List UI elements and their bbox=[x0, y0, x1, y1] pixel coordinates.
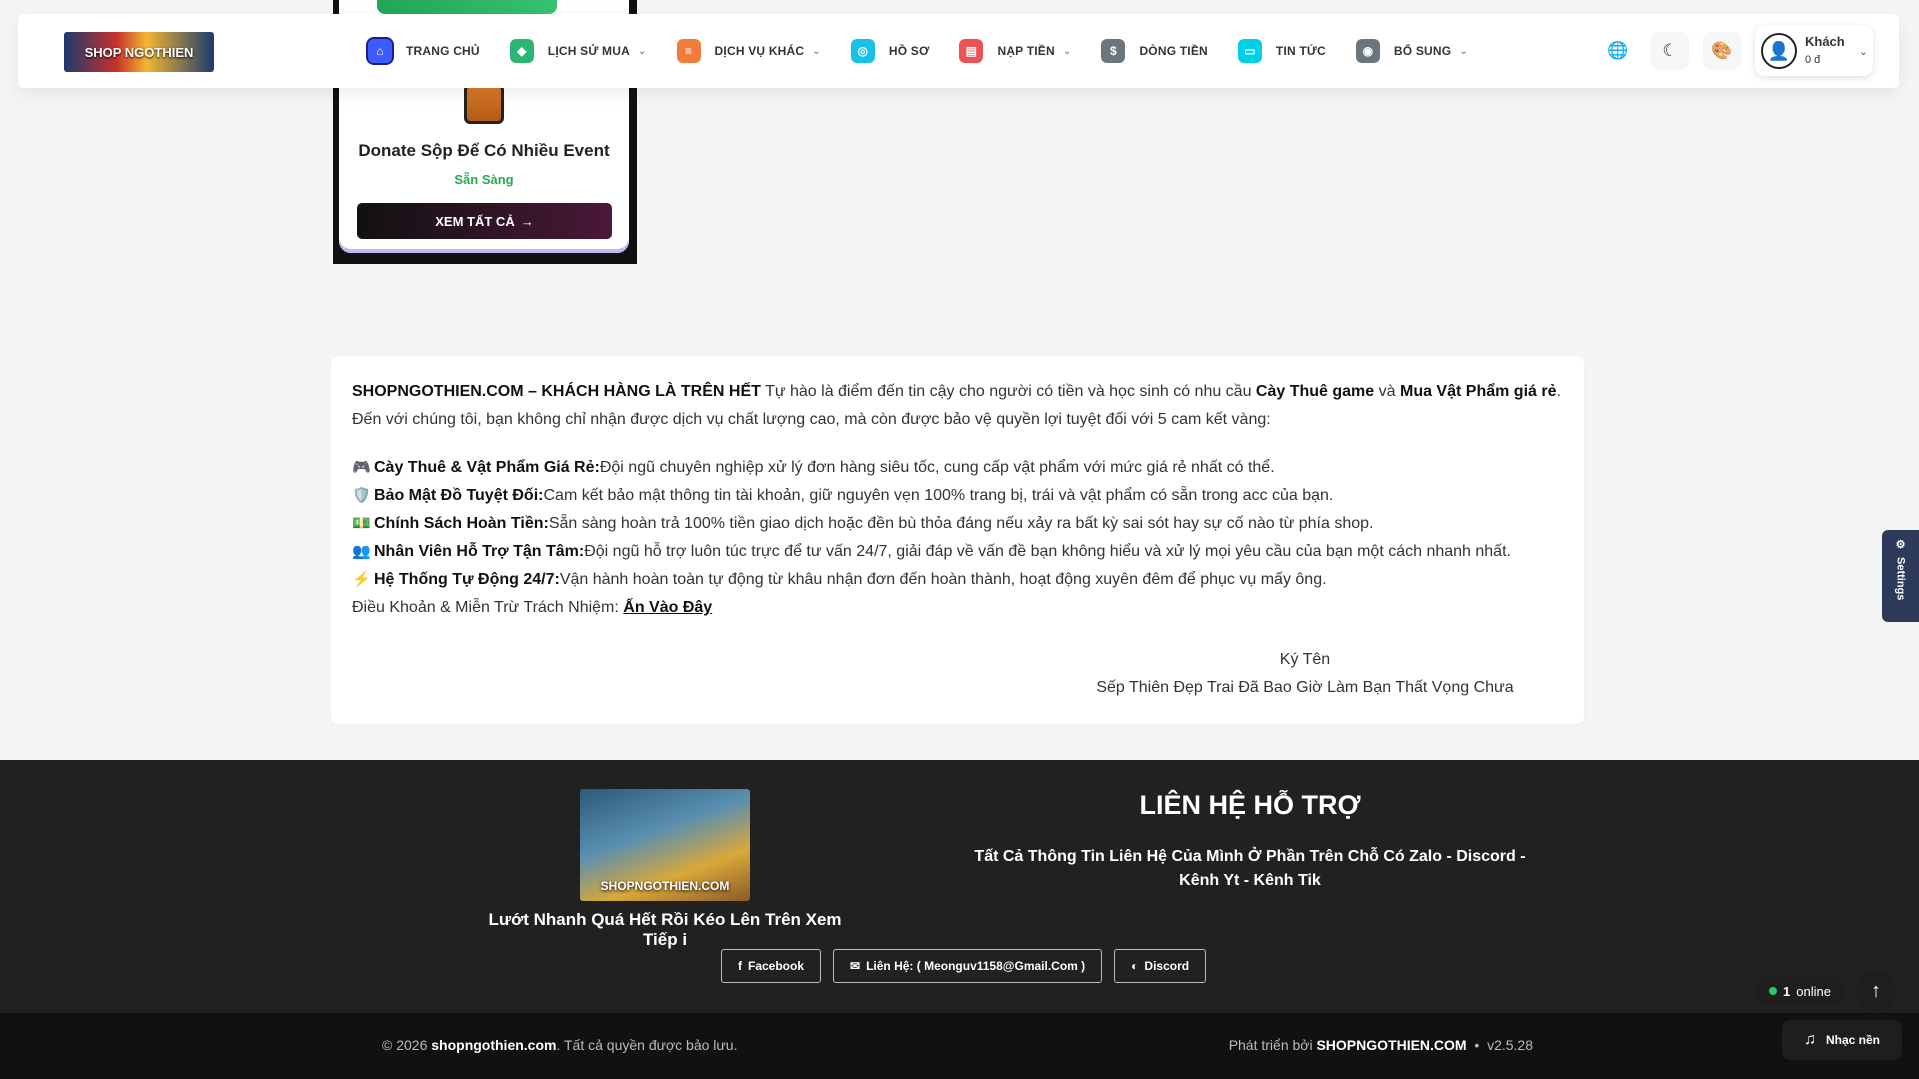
theme-palette-icon[interactable]: 🎨 bbox=[1703, 32, 1741, 70]
site-logo[interactable]: SHOP NGOTHIEN bbox=[64, 32, 214, 72]
card-thumbnail bbox=[377, 0, 557, 14]
view-all-button[interactable]: XEM TẤT CẢ → bbox=[357, 203, 612, 239]
lightning-icon: ⚡ bbox=[352, 571, 371, 588]
shield-icon: 🛡️ bbox=[352, 487, 371, 504]
footer-links: f Facebook ✉ Liên Hệ: ( Meonguv1158@Gmail.… bbox=[721, 949, 1207, 983]
online-counter: 1 online bbox=[1755, 976, 1845, 1006]
facebook-icon: f bbox=[738, 959, 742, 973]
commitment-item: 👥 Nhân Viên Hỗ Trợ Tận Tâm: Đội ngũ hỗ tr… bbox=[352, 538, 1563, 566]
gamepad-icon: 🎮 bbox=[352, 459, 371, 476]
profile-icon: ◎ bbox=[850, 39, 875, 63]
copyright-text: © 2026 shopngothien.com. Tất cả quyền đư… bbox=[382, 1037, 738, 1053]
settings-tab[interactable]: ⚙ Settings bbox=[1882, 530, 1919, 622]
home-icon: ⌂ bbox=[368, 39, 392, 63]
money-icon: 💵 bbox=[352, 515, 371, 532]
terms-line: Điều Khoản & Miễn Trừ Trách Nhiệm: Ấn Và… bbox=[352, 599, 713, 616]
user-menu[interactable]: 👤 Khách 0 đ ⌄ bbox=[1755, 26, 1873, 76]
footer-tagline: Lướt Nhanh Quá Hết Rồi Kéo Lên Trên Xem … bbox=[488, 910, 842, 949]
main-menu: ⌂ TRANG CHỦ ◆ LỊCH SỬ MUA ⌄ ≡ DỊCH VỤ KHÁC ⌄ … bbox=[368, 14, 1498, 88]
wallet-icon: ▤ bbox=[959, 39, 984, 63]
commitment-item: ⚡ Hệ Thống Tự Động 24/7: Vận hành hoàn to… bbox=[352, 566, 1563, 594]
news-icon: ▭ bbox=[1237, 39, 1262, 63]
online-dot-icon bbox=[1769, 987, 1777, 995]
footer-logo: SHOPNGOTHIEN.COM bbox=[580, 789, 750, 901]
nav-item-other-services[interactable]: ≡ DỊCH VỤ KHÁC ⌄ bbox=[676, 34, 821, 68]
gear-icon: ⚙ bbox=[1895, 539, 1906, 551]
commitment-item: 💵 Chính Sách Hoàn Tiền: Sẵn sàng hoàn trả… bbox=[352, 510, 1563, 538]
nav-actions: 🌐 ☾ 🎨 👤 Khách 0 đ ⌄ bbox=[1599, 26, 1873, 76]
nav-item-home[interactable]: ⌂ TRANG CHỦ bbox=[368, 34, 480, 68]
info-icon: ◉ bbox=[1355, 39, 1380, 63]
developer-credit: Phát triển bởi SHOPNGOTHIEN.COM • v2.5.2… bbox=[1228, 1037, 1533, 1053]
user-balance: 0 đ bbox=[1805, 54, 1821, 66]
people-icon: 👥 bbox=[352, 543, 371, 560]
nav-item-cash-flow[interactable]: $ DÒNG TIỀN bbox=[1101, 34, 1208, 68]
nav-item-news[interactable]: ▭ TIN TỨC bbox=[1237, 34, 1326, 68]
signature-text: Sếp Thiên Đẹp Trai Đã Bao Giờ Làm Bạn Th… bbox=[1096, 679, 1514, 696]
arrow-up-icon: ↑ bbox=[1871, 979, 1881, 1002]
commitment-item: 🛡️ Bảo Mật Đồ Tuyệt Đối: Cam kết bảo mật … bbox=[352, 482, 1563, 510]
about-section: SHOPNGOTHIEN.COM – KHÁCH HÀNG LÀ TRÊN HẾ… bbox=[331, 356, 1584, 724]
dark-mode-moon-icon[interactable]: ☾ bbox=[1651, 32, 1689, 70]
avatar: 👤 bbox=[1761, 33, 1797, 69]
gamepad-icon: ◆ bbox=[509, 39, 534, 63]
support-heading: LIÊN HỆ HỖ TRỢ bbox=[1139, 790, 1361, 820]
commitment-item: 🎮 Cày Thuê & Vật Phẩm Giá Rẻ: Đội ngũ chu… bbox=[352, 454, 1563, 482]
facebook-button[interactable]: f Facebook bbox=[721, 949, 822, 983]
discord-icon: ◐ bbox=[1131, 959, 1139, 973]
layers-icon: ≡ bbox=[676, 39, 701, 63]
arrow-right-icon: → bbox=[520, 213, 534, 229]
music-note-icon: ♫ bbox=[1803, 1031, 1816, 1048]
support-description: Tất Cả Thông Tin Liên Hệ Của Mình Ở Phần… bbox=[974, 848, 1526, 889]
chevron-down-icon: ⌄ bbox=[1459, 45, 1468, 57]
top-navbar: SHOP NGOTHIEN ⌂ TRANG CHỦ ◆ LỊCH SỬ MUA ⌄ ≡… bbox=[18, 14, 1899, 88]
scroll-to-top-button[interactable]: ↑ bbox=[1856, 971, 1896, 1011]
chevron-down-icon: ⌄ bbox=[812, 45, 821, 57]
inbox-icon: ✉ bbox=[850, 959, 861, 973]
terms-link[interactable]: Ấn Vào Đây bbox=[623, 599, 712, 616]
chevron-down-icon: ⌄ bbox=[637, 45, 647, 57]
card-title: Donate Sộp Để Có Nhiều Event bbox=[358, 141, 610, 160]
about-intro: SHOPNGOTHIEN.COM – KHÁCH HÀNG LÀ TRÊN HẾ… bbox=[352, 383, 1561, 428]
signature-label: Ký Tên bbox=[1279, 651, 1331, 668]
language-globe-icon[interactable]: 🌐 bbox=[1599, 32, 1637, 70]
copyright-bar: © 2026 shopngothien.com. Tất cả quyền đư… bbox=[0, 1013, 1919, 1079]
user-name: Khách bbox=[1805, 34, 1845, 49]
chevron-down-icon: ⌄ bbox=[1858, 45, 1868, 58]
card-status: Sẵn Sàng bbox=[454, 172, 514, 187]
nav-item-profile[interactable]: ◎ HỒ SƠ bbox=[850, 34, 930, 68]
discord-button[interactable]: ◐ Discord bbox=[1114, 949, 1207, 983]
contact-email-button[interactable]: ✉ Liên Hệ: ( Meonguv1158@Gmail.Com ) bbox=[833, 949, 1103, 983]
dollar-icon: $ bbox=[1101, 39, 1126, 63]
background-music-button[interactable]: ♫ Nhạc nền bbox=[1782, 1020, 1902, 1060]
nav-item-extras[interactable]: ◉ BỔ SUNG ⌄ bbox=[1355, 34, 1468, 68]
chevron-down-icon: ⌄ bbox=[1062, 45, 1072, 57]
nav-item-purchase-history[interactable]: ◆ LỊCH SỬ MUA ⌄ bbox=[509, 34, 647, 68]
nav-item-top-up[interactable]: ▤ NẠP TIỀN ⌄ bbox=[959, 34, 1071, 68]
footer: SHOPNGOTHIEN.COM Lướt Nhanh Quá Hết Rồi … bbox=[0, 760, 1919, 1014]
product-image bbox=[464, 84, 504, 124]
